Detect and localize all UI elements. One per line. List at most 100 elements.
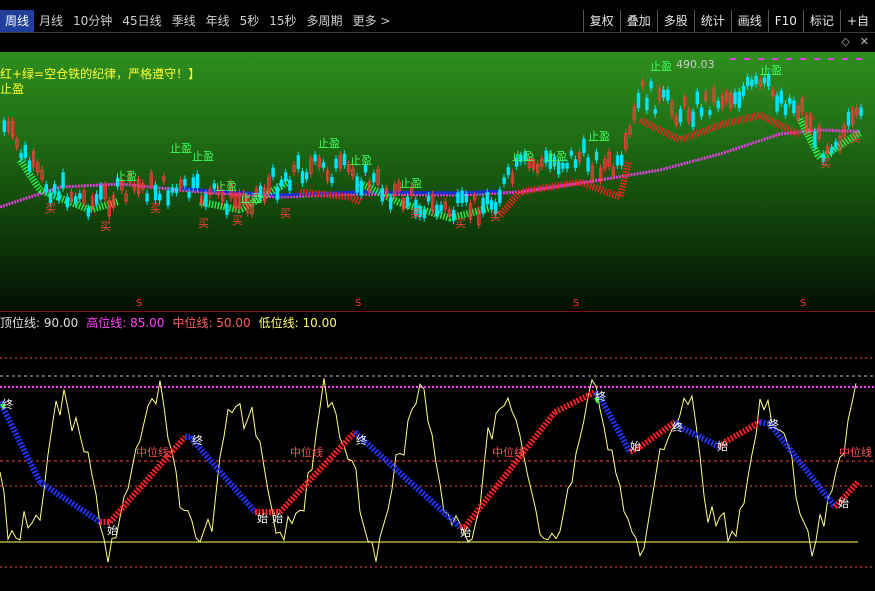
stop-profit-label: 止盈 [0, 82, 25, 96]
candle-body [506, 167, 510, 176]
trend-band [38, 479, 102, 525]
end-marker: 终 [192, 434, 203, 447]
signal-dash [814, 58, 820, 60]
candle-body [792, 100, 796, 114]
candle-body [813, 131, 817, 148]
trend-band [357, 434, 463, 530]
candle-body [342, 153, 347, 166]
candle-body [565, 162, 569, 169]
candle-body [191, 177, 195, 188]
period-tabs: 周线 月线 10分钟 45日线 季线 年线 5秒 15秒 多周期 更多 > [0, 10, 395, 32]
mid-line-label: 中位线 [290, 446, 323, 459]
candle-body [279, 179, 284, 187]
mid-line-label: 中位线 [839, 446, 872, 459]
chevron-right-icon: > [380, 14, 391, 28]
candle-body [582, 138, 586, 154]
candle-body [74, 196, 78, 203]
candle-body [288, 179, 292, 191]
start-marker: 始 [717, 440, 728, 453]
candle-body [23, 144, 27, 158]
trend-band [767, 422, 838, 509]
oscillator-line [0, 378, 857, 563]
trend-ribbon [17, 158, 121, 214]
buy-signal-marker: 买 [455, 217, 466, 230]
statistics-button[interactable]: 统计 [693, 10, 731, 32]
tab-multi-period[interactable]: 多周期 [302, 10, 348, 32]
stop-profit-marker: 止盈 [350, 154, 372, 167]
candle-body [275, 186, 279, 200]
diamond-icon[interactable]: ◇ [841, 35, 849, 48]
multi-stock-button[interactable]: 多股 [656, 10, 694, 32]
stop-profit-marker: 止盈 [170, 142, 192, 155]
indicator-chart[interactable]: 顶位线: 90.00 高位线: 85.00 中位线: 50.00 低位线: 10… [0, 311, 875, 591]
candle-body [271, 167, 275, 177]
signal-dash [856, 58, 862, 60]
close-icon[interactable]: ✕ [860, 35, 869, 48]
buy-signal-marker: 买 [232, 214, 243, 227]
candle-body [296, 155, 300, 169]
candle-body [99, 185, 103, 200]
candle-body [334, 158, 338, 169]
oscillator-plot [0, 357, 875, 568]
trend-band [462, 410, 558, 529]
tab-15sec[interactable]: 15秒 [264, 10, 301, 32]
high-price-label: 490.03 [676, 58, 715, 71]
candle-body [649, 81, 653, 89]
candle-body [691, 111, 695, 128]
candle-body [174, 187, 179, 194]
signal-dash [800, 58, 806, 60]
candle-body [78, 193, 82, 200]
candle-body [300, 171, 305, 184]
tab-10min[interactable]: 10分钟 [68, 10, 117, 32]
end-marker: 终 [2, 398, 13, 411]
draw-line-button[interactable]: 画线 [730, 10, 768, 32]
candlestick-plot: S S S S买买买买 买买 买买买买买止盈止盈止盈止盈止盈止盈止盈止盈止盈 止盈止盈止盈止… [0, 58, 863, 309]
trend-ribbon [497, 160, 633, 218]
buy-signal-marker: 买 [280, 207, 291, 220]
candle-body [183, 178, 187, 186]
tab-monthly[interactable]: 月线 [34, 10, 68, 32]
tab-year[interactable]: 年线 [201, 10, 235, 32]
start-marker: 始 [460, 526, 471, 539]
start-marker: 始 [257, 512, 268, 525]
main-candlestick-chart[interactable]: S S S S 买买买买买买买买买买买止盈 止盈 止盈 止盈 止盈 止盈 止盈 止盈 止盈 止盈 止盈 止盈止… [0, 52, 875, 310]
stop-profit-marker: 止盈 [192, 150, 214, 163]
buy-signal-marker: 买 [820, 157, 831, 170]
candle-body [653, 108, 657, 114]
candle-body [678, 109, 683, 123]
legend-low-line: 低位线: 10.00 [258, 316, 337, 330]
candle-body [846, 111, 851, 126]
candle-body [464, 193, 468, 203]
candle-body [750, 79, 754, 87]
candle-body [754, 75, 758, 85]
candle-body [225, 203, 229, 215]
candle-body [788, 97, 792, 104]
candle-body [187, 191, 191, 198]
start-marker: 始 [630, 440, 641, 453]
candle-body [166, 190, 170, 206]
legend-high-line: 高位线: 85.00 [86, 316, 165, 330]
tab-more[interactable]: 更多 > [348, 10, 396, 32]
period-toolbar: 周线 月线 10分钟 45日线 季线 年线 5秒 15秒 多周期 更多 > 复权… [0, 0, 875, 33]
f10-button[interactable]: F10 [767, 10, 803, 32]
candle-body [733, 92, 737, 105]
tab-45day[interactable]: 45日线 [117, 10, 166, 32]
buy-signal-marker: 买 [490, 210, 501, 223]
tab-quarter[interactable]: 季线 [167, 10, 201, 32]
candle-body [695, 91, 699, 105]
tab-weekly[interactable]: 周线 [0, 10, 35, 32]
candle-body [485, 192, 489, 205]
tab-5sec[interactable]: 5秒 [235, 10, 265, 32]
add-custom-button[interactable]: +自 [839, 10, 875, 32]
adjust-button[interactable]: 复权 [582, 10, 620, 32]
candle-body [620, 154, 624, 166]
buy-signal-marker: 买 [45, 202, 56, 215]
candle-body [716, 100, 720, 109]
stop-profit-marker: 止盈 [240, 192, 262, 205]
buy-signal-marker: 买 [100, 220, 111, 233]
signal-dash [758, 58, 764, 60]
candle-body [95, 194, 99, 205]
mark-button[interactable]: 标记 [802, 10, 840, 32]
candle-body [157, 193, 162, 201]
overlay-button[interactable]: 叠加 [619, 10, 657, 32]
